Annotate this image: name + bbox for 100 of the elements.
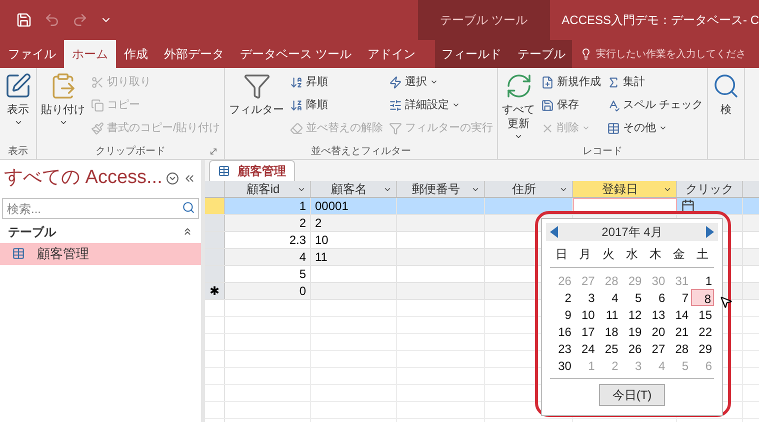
ribbon-tab[interactable]: 外部データ: [156, 40, 232, 68]
calendar-icon[interactable]: [681, 199, 695, 213]
document-tab[interactable]: 顧客管理: [209, 160, 295, 181]
ribbon-command[interactable]: 保存: [539, 95, 604, 115]
column-header[interactable]: クリック: [677, 181, 743, 197]
lightbulb-icon: [580, 48, 592, 60]
calendar-day[interactable]: 21: [667, 323, 691, 340]
ribbon-tab[interactable]: テーブル: [510, 40, 574, 68]
search-icon[interactable]: [182, 200, 195, 214]
calendar-day[interactable]: 29: [690, 340, 714, 357]
calendar-day[interactable]: 15: [690, 306, 714, 323]
table-cell-text: 11: [315, 249, 328, 266]
calendar-day[interactable]: 12: [620, 306, 644, 323]
table-cell-text: 1: [299, 198, 306, 215]
large-command-button[interactable]: 貼り付け: [39, 72, 87, 127]
calendar-day[interactable]: 23: [550, 340, 574, 357]
large-command-button[interactable]: フィルター: [227, 72, 286, 118]
column-header[interactable]: 郵便番号: [397, 181, 485, 197]
calendar-day[interactable]: 18: [596, 323, 620, 340]
filter-icon: [242, 72, 271, 100]
ribbon-tab[interactable]: フィールド: [434, 40, 510, 68]
calendar-day[interactable]: 9: [550, 306, 574, 323]
large-command-button[interactable]: 検: [710, 72, 742, 118]
search-icon: [712, 72, 740, 100]
calendar-day[interactable]: 30: [550, 357, 574, 374]
context-label: テーブル ツール: [440, 12, 528, 29]
table-icon: [12, 247, 25, 260]
calendar-day[interactable]: 20: [644, 323, 668, 340]
nav-item[interactable]: 顧客管理: [0, 242, 201, 264]
column-header[interactable]: 顧客名: [311, 181, 397, 197]
calendar-day[interactable]: 4: [596, 289, 620, 306]
table-cell-text: 00001: [315, 198, 348, 215]
ribbon-tab[interactable]: 作成: [116, 40, 156, 68]
calendar-day[interactable]: 1: [690, 272, 714, 289]
ribbon-command[interactable]: 選択: [387, 72, 496, 92]
dropdown-icon[interactable]: [166, 172, 180, 185]
ribbon-command[interactable]: スペル チェック: [605, 95, 706, 115]
eraser-icon: [290, 122, 304, 134]
next-month-icon[interactable]: [706, 226, 714, 238]
calendar-day[interactable]: 14: [667, 306, 691, 323]
ribbon-tab[interactable]: ホーム: [64, 40, 116, 68]
caret-icon: [452, 101, 460, 109]
weekday-label: 木: [648, 246, 662, 263]
month-label: 2017年 4月: [602, 224, 662, 241]
caret-icon: [582, 124, 590, 132]
calendar-day[interactable]: 27: [644, 340, 668, 357]
calendar-day[interactable]: 2: [550, 289, 574, 306]
ribbon-command[interactable]: 新規作成: [539, 72, 604, 92]
ribbon-tab[interactable]: データベース ツール: [232, 40, 360, 68]
calendar-day[interactable]: 11: [596, 306, 620, 323]
pencil-ruler-icon: [4, 72, 32, 100]
new-record-icon: [541, 76, 554, 88]
calendar-day[interactable]: 3: [573, 289, 597, 306]
group-label: 表示: [8, 144, 28, 158]
dialog-launcher-icon[interactable]: [209, 146, 218, 156]
calendar-day[interactable]: 13: [644, 306, 668, 323]
save-icon: [541, 98, 554, 112]
sort-descending-icon: [290, 98, 304, 112]
calendar-day[interactable]: 19: [620, 323, 644, 340]
window-title: ACCESS入門デモ：データベース- C: [562, 12, 759, 29]
save-icon[interactable]: [16, 12, 32, 28]
ribbon-command[interactable]: 昇順: [288, 72, 386, 92]
caret-icon: [430, 78, 438, 86]
large-command-button[interactable]: すべて 更新: [500, 72, 538, 140]
table-cell-text: 2: [315, 215, 322, 232]
column-header[interactable]: 登録日: [573, 181, 677, 197]
ribbon-command[interactable]: その他: [605, 118, 706, 138]
previous-month-icon[interactable]: [550, 226, 558, 238]
calendar-day[interactable]: 7: [667, 289, 691, 306]
search-field[interactable]: 検索...: [2, 198, 199, 219]
weekday-label: 金: [672, 246, 686, 263]
calendar-day[interactable]: 6: [644, 289, 668, 306]
column-header[interactable]: 顧客id: [225, 181, 311, 197]
tell-me-field[interactable]: 実行したい作業を入力してくださ: [596, 46, 746, 62]
calendar-day[interactable]: 24: [573, 340, 597, 357]
calendar-day[interactable]: 28: [667, 340, 691, 357]
calendar-day[interactable]: 8: [690, 289, 714, 306]
delete-icon: [541, 122, 554, 134]
weekday-label: 日: [554, 246, 569, 263]
calendar-day[interactable]: 26: [620, 340, 644, 357]
ribbon-command[interactable]: 降順: [288, 95, 386, 115]
table-cell-text: 4: [299, 249, 306, 266]
collapse-section-icon[interactable]: [182, 226, 193, 237]
brush-icon: [91, 122, 104, 134]
calendar-day[interactable]: 25: [596, 340, 620, 357]
row-selector[interactable]: ✱: [205, 283, 225, 299]
weekday-label: 火: [602, 246, 616, 263]
section-header[interactable]: テーブル: [8, 222, 56, 240]
table-cell-text: 5: [299, 266, 306, 283]
calendar-day[interactable]: 22: [690, 323, 714, 340]
calendar-day[interactable]: 10: [573, 306, 597, 323]
today-button[interactable]: 今日(T): [599, 384, 665, 406]
ribbon-tab[interactable]: ファイル: [0, 40, 64, 68]
large-command-button[interactable]: 表示: [2, 72, 34, 127]
ribbon-command[interactable]: 詳細設定: [387, 95, 496, 115]
ribbon-command[interactable]: 集計: [605, 72, 706, 92]
calendar-day[interactable]: 16: [550, 323, 574, 340]
calendar-day[interactable]: 5: [620, 289, 644, 306]
calendar-day[interactable]: 17: [573, 323, 597, 340]
ribbon-tab[interactable]: アドイン: [359, 40, 424, 68]
